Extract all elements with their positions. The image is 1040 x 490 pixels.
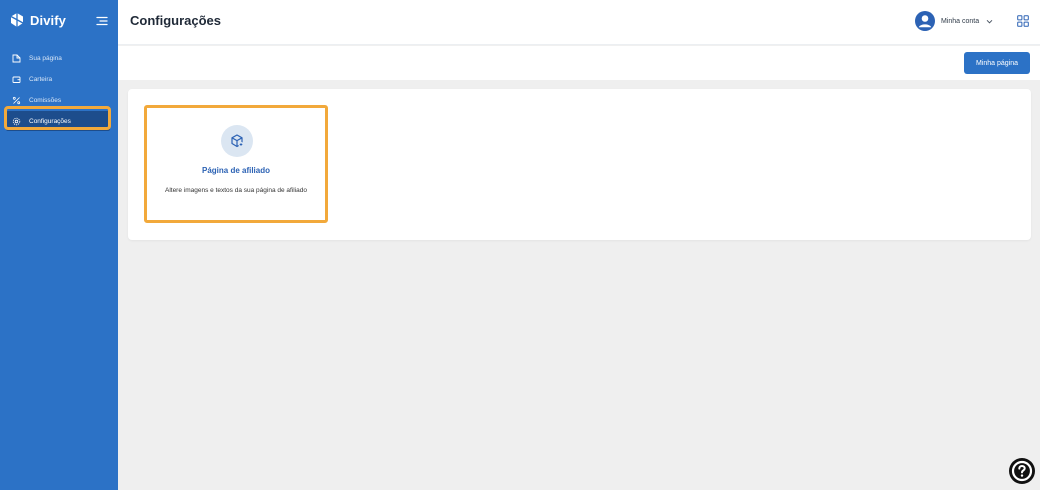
avatar-icon bbox=[915, 11, 935, 31]
gear-icon bbox=[12, 117, 21, 126]
sidebar-item-configuracoes[interactable]: Configurações bbox=[6, 111, 110, 131]
page-icon bbox=[12, 54, 21, 63]
package-icon bbox=[221, 125, 253, 157]
brand-logo[interactable]: Divify bbox=[9, 12, 66, 28]
sidebar-item-label: Configurações bbox=[29, 117, 71, 125]
settings-panel: Página de afiliado Altere imagens e text… bbox=[128, 89, 1031, 240]
sidebar-item-comissoes[interactable]: Comissões bbox=[6, 90, 110, 110]
percent-icon bbox=[12, 96, 21, 105]
affiliate-page-card[interactable]: Página de afiliado Altere imagens e text… bbox=[144, 105, 328, 223]
sidebar-item-label: Sua página bbox=[29, 54, 62, 62]
sidebar-item-label: Comissões bbox=[29, 96, 62, 104]
sidebar: Divify Sua página Carteira Comissões Con… bbox=[0, 0, 118, 490]
top-header: Configurações Minha conta bbox=[118, 0, 1040, 45]
card-title: Página de afiliado bbox=[201, 166, 270, 175]
minha-pagina-button[interactable]: Minha página bbox=[964, 52, 1030, 74]
sidebar-nav: Sua página Carteira Comissões Configuraç… bbox=[6, 48, 110, 132]
card-description: Altere imagens e textos da sua página de… bbox=[164, 187, 307, 194]
question-icon bbox=[1011, 460, 1033, 482]
sidebar-item-carteira[interactable]: Carteira bbox=[6, 69, 110, 89]
wallet-icon bbox=[12, 75, 21, 84]
account-menu[interactable]: Minha conta bbox=[915, 11, 994, 31]
brand-name: Divify bbox=[30, 12, 67, 28]
sidebar-item-sua-pagina[interactable]: Sua página bbox=[6, 48, 110, 68]
main-content: Página de afiliado Altere imagens e text… bbox=[118, 80, 1040, 490]
chevron-down-icon bbox=[986, 19, 993, 24]
help-button[interactable] bbox=[1009, 458, 1035, 484]
page-title: Configurações bbox=[130, 13, 222, 28]
apps-grid-icon[interactable] bbox=[1017, 14, 1029, 27]
sidebar-item-label: Carteira bbox=[29, 75, 53, 83]
logo-icon bbox=[10, 13, 24, 27]
account-label: Minha conta bbox=[941, 17, 980, 25]
menu-toggle-icon[interactable] bbox=[95, 14, 109, 28]
page-toolbar: Minha página bbox=[118, 46, 1040, 80]
